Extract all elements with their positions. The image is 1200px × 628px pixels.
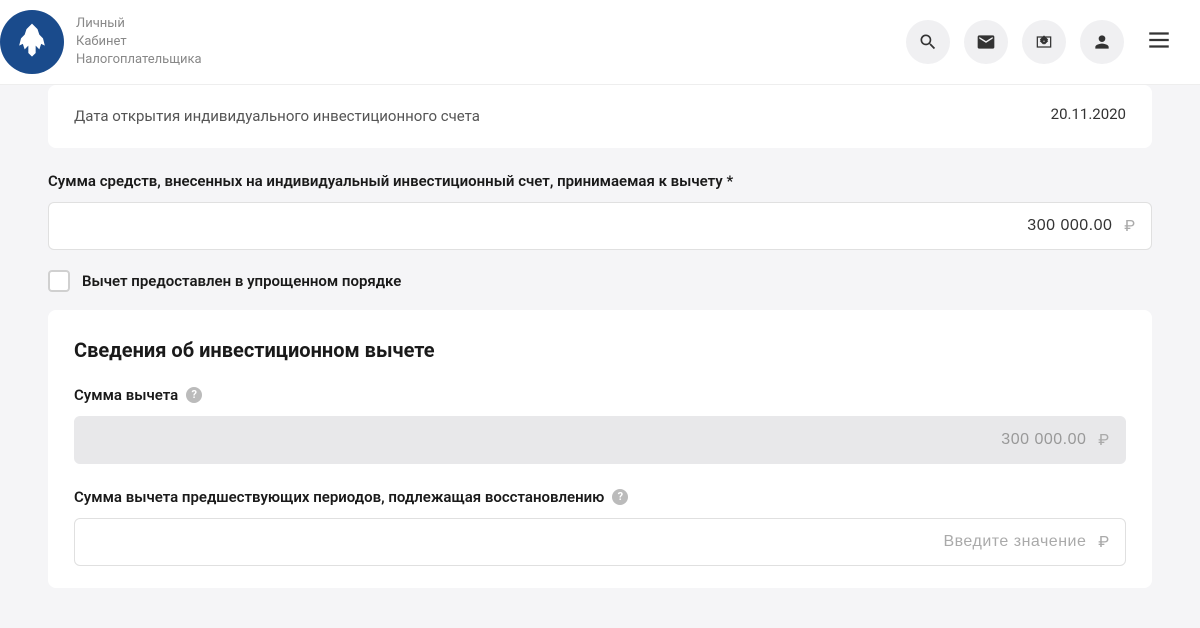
profile-button[interactable] bbox=[1080, 20, 1124, 64]
user-icon bbox=[1092, 32, 1112, 52]
logo-text-line2: Кабинет bbox=[76, 33, 202, 51]
account-info-card: Дата открытия индивидуального инвестицио… bbox=[48, 85, 1152, 148]
opening-date-label: Дата открытия индивидуального инвестицио… bbox=[74, 105, 480, 128]
prior-periods-input[interactable] bbox=[91, 533, 1086, 551]
deduction-section: Сведения об инвестиционном вычете Сумма … bbox=[48, 310, 1152, 588]
handshake-button[interactable] bbox=[1022, 20, 1066, 64]
app-header: Личный Кабинет Налогоплательщика bbox=[0, 0, 1200, 85]
logo-emblem bbox=[0, 10, 64, 74]
messages-button[interactable] bbox=[964, 20, 1008, 64]
search-button[interactable] bbox=[906, 20, 950, 64]
currency-symbol: ₽ bbox=[1098, 430, 1109, 449]
deduction-amount-label: Сумма вычета ? bbox=[74, 386, 1126, 404]
deposit-field-group: Сумма средств, внесенных на индивидуальн… bbox=[48, 172, 1152, 250]
logo-text-line1: Личный bbox=[76, 15, 202, 33]
simplified-checkbox-label: Вычет предоставлен в упрощенном порядке bbox=[82, 272, 401, 290]
opening-date-value: 20.11.2020 bbox=[1051, 105, 1126, 123]
menu-button[interactable] bbox=[1138, 19, 1180, 65]
mail-icon bbox=[976, 32, 996, 52]
simplified-checkbox-row: Вычет предоставлен в упрощенном порядке bbox=[48, 270, 1152, 292]
help-icon[interactable]: ? bbox=[186, 387, 202, 403]
hamburger-icon bbox=[1146, 27, 1172, 53]
eagle-emblem-icon bbox=[10, 20, 54, 64]
deduction-amount-group: Сумма вычета ? ₽ bbox=[74, 386, 1126, 464]
deposit-input-wrap[interactable]: ₽ bbox=[48, 202, 1152, 250]
deduction-amount-label-text: Сумма вычета bbox=[74, 386, 178, 404]
logo-text-line3: Налогоплательщика bbox=[76, 51, 202, 69]
prior-periods-label: Сумма вычета предшествующих периодов, по… bbox=[74, 488, 1126, 506]
help-icon[interactable]: ? bbox=[612, 489, 628, 505]
main-content: Дата открытия индивидуального инвестицио… bbox=[0, 85, 1200, 628]
prior-periods-group: Сумма вычета предшествующих периодов, по… bbox=[74, 488, 1126, 566]
deduction-section-title: Сведения об инвестиционном вычете bbox=[74, 338, 1126, 362]
search-icon bbox=[918, 32, 938, 52]
currency-symbol: ₽ bbox=[1124, 216, 1135, 235]
prior-periods-label-text: Сумма вычета предшествующих периодов, по… bbox=[74, 488, 604, 506]
deduction-amount-input bbox=[91, 431, 1086, 449]
deposit-label: Сумма средств, внесенных на индивидуальн… bbox=[48, 172, 1152, 190]
prior-periods-input-wrap[interactable]: ₽ bbox=[74, 518, 1126, 566]
logo-area: Личный Кабинет Налогоплательщика bbox=[0, 10, 202, 74]
currency-symbol: ₽ bbox=[1098, 532, 1109, 551]
opening-date-row: Дата открытия индивидуального инвестицио… bbox=[74, 105, 1126, 128]
deduction-amount-input-wrap: ₽ bbox=[74, 416, 1126, 464]
simplified-checkbox[interactable] bbox=[48, 270, 70, 292]
logo-text: Личный Кабинет Налогоплательщика bbox=[76, 15, 202, 70]
handshake-icon bbox=[1034, 32, 1054, 52]
deposit-input[interactable] bbox=[65, 217, 1112, 235]
header-actions bbox=[906, 19, 1180, 65]
